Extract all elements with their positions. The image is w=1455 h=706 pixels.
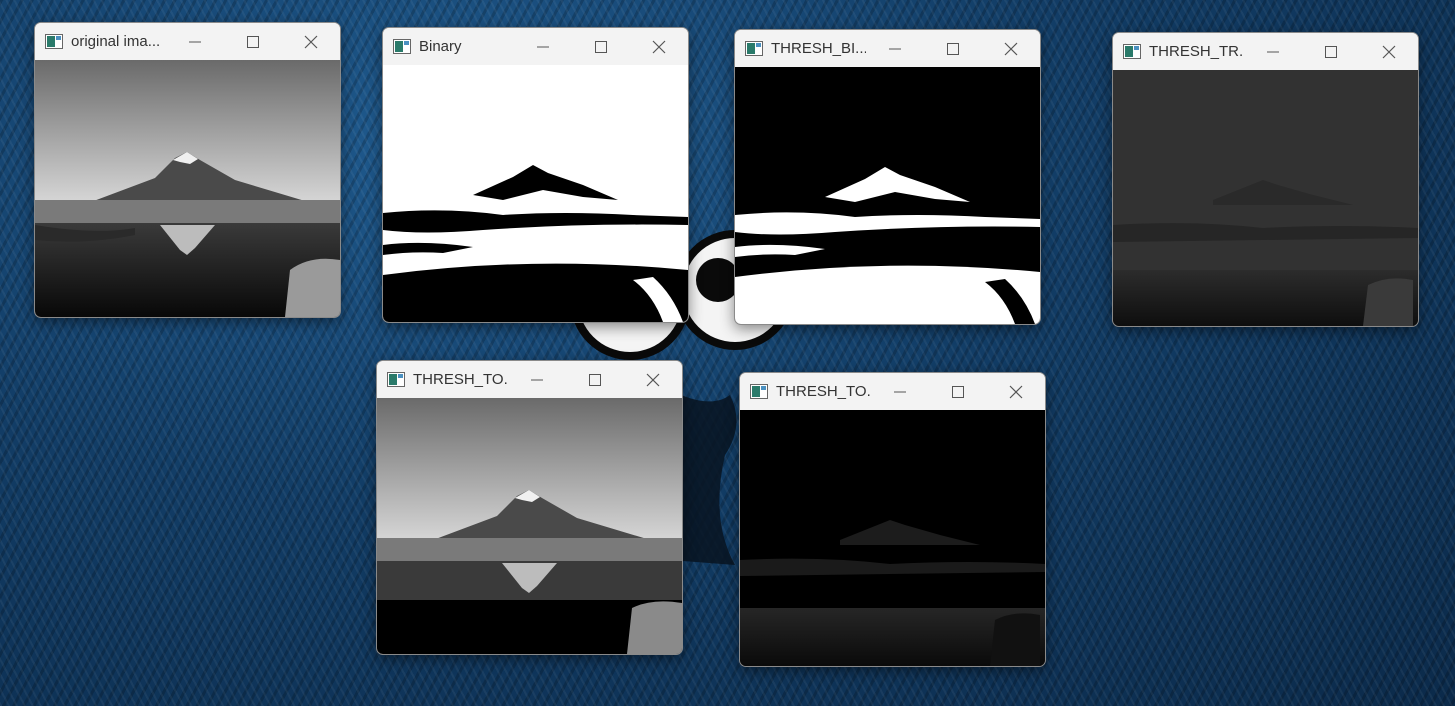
maximize-button[interactable] — [924, 30, 982, 67]
maximize-button[interactable] — [566, 361, 624, 398]
window-thresh-tozero-inv[interactable]: THRESH_TO... — [739, 372, 1046, 667]
minimize-icon — [537, 46, 549, 47]
image-canvas — [35, 60, 340, 317]
close-button[interactable] — [282, 23, 340, 60]
minimize-icon — [1267, 51, 1279, 52]
minimize-button[interactable] — [514, 28, 572, 65]
titlebar[interactable]: THRESH_TO... — [377, 361, 682, 398]
window-thresh-trunc[interactable]: THRESH_TR... — [1112, 32, 1419, 327]
close-icon — [652, 40, 666, 53]
window-title: original ima... — [71, 33, 161, 50]
window-title: THRESH_TO... — [413, 371, 508, 388]
titlebar[interactable]: THRESH_TO... — [740, 373, 1045, 410]
maximize-icon — [589, 373, 601, 386]
minimize-icon — [531, 379, 543, 380]
close-icon — [1004, 42, 1018, 55]
titlebar[interactable]: THRESH_TR... — [1113, 33, 1418, 70]
image-canvas — [740, 410, 1045, 666]
image-canvas — [1113, 70, 1418, 326]
image-canvas — [735, 67, 1040, 324]
opencv-window-icon — [745, 41, 763, 56]
close-button[interactable] — [630, 28, 688, 65]
maximize-button[interactable] — [224, 23, 282, 60]
maximize-icon — [952, 385, 964, 398]
minimize-button[interactable] — [871, 373, 929, 410]
window-thresh-binary-inv[interactable]: THRESH_BI... — [734, 29, 1041, 325]
close-icon — [1382, 45, 1396, 58]
close-button[interactable] — [1360, 33, 1418, 70]
opencv-window-icon — [45, 34, 63, 49]
window-title: THRESH_TR... — [1149, 43, 1244, 60]
close-icon — [304, 35, 318, 48]
window-thresh-tozero[interactable]: THRESH_TO... — [376, 360, 683, 655]
minimize-button[interactable] — [1244, 33, 1302, 70]
close-button[interactable] — [987, 373, 1045, 410]
close-button[interactable] — [624, 361, 682, 398]
window-title: THRESH_TO... — [776, 383, 871, 400]
window-title: THRESH_BI... — [771, 40, 866, 57]
titlebar[interactable]: THRESH_BI... — [735, 30, 1040, 67]
maximize-button[interactable] — [1302, 33, 1360, 70]
opencv-window-icon — [750, 384, 768, 399]
window-original-image[interactable]: original ima... — [34, 22, 341, 318]
maximize-icon — [595, 40, 607, 53]
close-button[interactable] — [982, 30, 1040, 67]
maximize-button[interactable] — [572, 28, 630, 65]
opencv-window-icon — [1123, 44, 1141, 59]
titlebar[interactable]: original ima... — [35, 23, 340, 60]
image-canvas — [383, 65, 688, 322]
close-icon — [1009, 385, 1023, 398]
minimize-button[interactable] — [866, 30, 924, 67]
image-canvas — [377, 398, 682, 654]
window-binary[interactable]: Binary — [382, 27, 689, 323]
maximize-icon — [947, 42, 959, 55]
opencv-window-icon — [393, 39, 411, 54]
minimize-icon — [894, 391, 906, 392]
maximize-icon — [247, 35, 259, 48]
minimize-icon — [189, 41, 201, 42]
maximize-icon — [1325, 45, 1337, 58]
minimize-button[interactable] — [508, 361, 566, 398]
opencv-window-icon — [387, 372, 405, 387]
maximize-button[interactable] — [929, 373, 987, 410]
minimize-icon — [889, 48, 901, 49]
window-title: Binary — [419, 38, 462, 55]
close-icon — [646, 373, 660, 386]
minimize-button[interactable] — [166, 23, 224, 60]
titlebar[interactable]: Binary — [383, 28, 688, 65]
desktop: original ima... Binary THRESH_BI... THRE… — [0, 0, 1455, 706]
